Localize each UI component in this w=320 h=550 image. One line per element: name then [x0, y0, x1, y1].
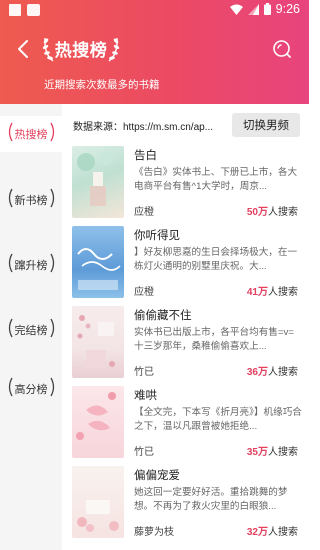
book-list-item[interactable]: 告白 《告白》实体书上、下册已上市，各大电商平台有售^1大学时，周京... 应橙…	[70, 146, 304, 226]
search-count: 32万人搜索	[247, 523, 298, 538]
book-author: 应橙	[134, 287, 154, 298]
book-list-item[interactable]: 偏偏宠爱 她这回一定要好好活。重拾跳舞的梦想。不再为了救火灾里的白眼狼... 藤…	[70, 466, 304, 546]
header-bar: 9:26 热搜榜 近期搜索次数最多的书籍	[0, 0, 309, 104]
book-description: 【全文完，下本写《折月亮》】机缘巧合之下，温以凡跟曾被她拒绝...	[134, 407, 302, 432]
search-count-number: 50万	[246, 207, 268, 218]
laurel-left-icon	[42, 37, 54, 62]
photo-notification-icon	[9, 4, 21, 16]
sidebar-item-hot-search[interactable]: 热搜榜	[0, 116, 62, 152]
laurel-brace-icon	[49, 377, 54, 397]
page-subtitle: 近期搜索次数最多的书籍	[44, 79, 160, 91]
search-count-unit: 人搜索	[268, 287, 298, 298]
laurel-brace-icon	[8, 122, 13, 142]
laurel-brace-icon	[8, 188, 13, 208]
laurel-brace-icon	[49, 122, 54, 142]
book-list-item[interactable]: 难哄 【全文完，下本写《折月亮》】机缘巧合之下，温以凡跟曾被她拒绝... 竹已 …	[70, 386, 304, 466]
book-title: 难哄	[134, 390, 157, 402]
search-count-number: 32万	[246, 527, 268, 538]
data-source-text: 数据来源：https://m.sm.cn/ap...	[73, 122, 214, 133]
switch-male-button[interactable]: 切换男频	[232, 113, 300, 137]
book-description: 实体书已出版上市，各平台均有售=v=十三岁那年，桑稚偷偷喜欢上...	[134, 327, 294, 352]
clock-time: 9:26	[275, 2, 300, 16]
sidebar-item-completed[interactable]: 完结榜	[0, 312, 62, 348]
book-description: 她这回一定要好好活。重拾跳舞的梦想。不再为了救火灾里的白眼狼...	[134, 487, 288, 512]
back-arrow-icon[interactable]	[14, 38, 34, 60]
search-icon[interactable]	[272, 39, 292, 59]
search-count-unit: 人搜索	[268, 527, 298, 538]
book-author: 藤萝为枝	[134, 527, 174, 538]
book-list-item[interactable]: 你听得见 】好友柳思嘉的生日会择场极大，在一栋灯火通明的别墅里庆祝。大... 应…	[70, 226, 304, 306]
book-description: 《告白》实体书上、下册已上市，各大电商平台有售^1大学时，周京...	[134, 167, 298, 192]
book-author: 竹已	[134, 447, 154, 458]
sidebar-item-label: 完结榜	[7, 318, 56, 338]
sidebar-item-rising[interactable]: 蹿升榜	[0, 247, 62, 283]
laurel-brace-icon	[8, 318, 13, 338]
sidebar-item-label: 高分榜	[7, 377, 56, 397]
page-title-block: 热搜榜	[40, 30, 122, 66]
laurel-brace-icon	[49, 188, 54, 208]
sidebar-label-text: 新书榜	[14, 194, 48, 207]
image-notification-icon	[27, 4, 40, 16]
search-count: 36万人搜索	[247, 363, 298, 378]
laurel-brace-icon	[8, 377, 13, 397]
search-count-number: 36万	[246, 367, 268, 378]
book-author: 竹已	[134, 367, 154, 378]
search-count-number: 41万	[246, 287, 268, 298]
book-title: 你听得见	[134, 230, 180, 242]
sidebar-label-text: 高分榜	[14, 383, 48, 396]
search-count: 35万人搜索	[247, 443, 298, 458]
signal-icon	[247, 3, 259, 15]
book-cover-image	[72, 466, 124, 538]
book-title: 偷偷藏不住	[134, 310, 192, 322]
book-description: 】好友柳思嘉的生日会择场极大，在一栋灯火通明的别墅里庆祝。大...	[134, 247, 298, 272]
book-cover-image	[72, 386, 124, 458]
book-list-item[interactable]: 偷偷藏不住 实体书已出版上市，各平台均有售=v=十三岁那年，桑稚偷偷喜欢上...…	[70, 306, 304, 386]
book-cover-image	[72, 146, 124, 218]
sidebar-item-high-rated[interactable]: 高分榜	[0, 371, 62, 407]
laurel-right-icon	[108, 37, 120, 62]
sidebar-item-label: 蹿升榜	[7, 253, 56, 273]
search-count-unit: 人搜索	[268, 447, 298, 458]
sidebar-label-text: 完结榜	[14, 324, 48, 337]
search-count: 41万人搜索	[247, 283, 298, 298]
sidebar-item-new-books[interactable]: 新书榜	[0, 182, 62, 218]
sidebar-label-text: 热搜榜	[14, 128, 48, 141]
laurel-brace-icon	[8, 253, 13, 273]
book-cover-image	[72, 226, 124, 298]
search-count: 50万人搜索	[247, 203, 298, 218]
laurel-brace-icon	[49, 253, 54, 273]
search-count-unit: 人搜索	[268, 207, 298, 218]
search-count-number: 35万	[246, 447, 268, 458]
book-cover-image	[72, 306, 124, 378]
battery-icon	[263, 3, 271, 15]
ranking-sidebar: 热搜榜 新书榜 蹿升榜 完结榜 高分榜	[0, 104, 62, 550]
page-title: 热搜榜	[54, 40, 108, 60]
book-title: 偏偏宠爱	[134, 470, 180, 482]
laurel-brace-icon	[49, 318, 54, 338]
wifi-icon	[229, 4, 243, 15]
sidebar-item-label: 热搜榜	[7, 122, 56, 142]
book-author: 应橙	[134, 207, 154, 218]
status-bar: 9:26	[0, 0, 309, 22]
sidebar-label-text: 蹿升榜	[14, 259, 48, 272]
book-title: 告白	[134, 150, 157, 162]
search-count-unit: 人搜索	[268, 367, 298, 378]
sidebar-item-label: 新书榜	[7, 188, 56, 208]
